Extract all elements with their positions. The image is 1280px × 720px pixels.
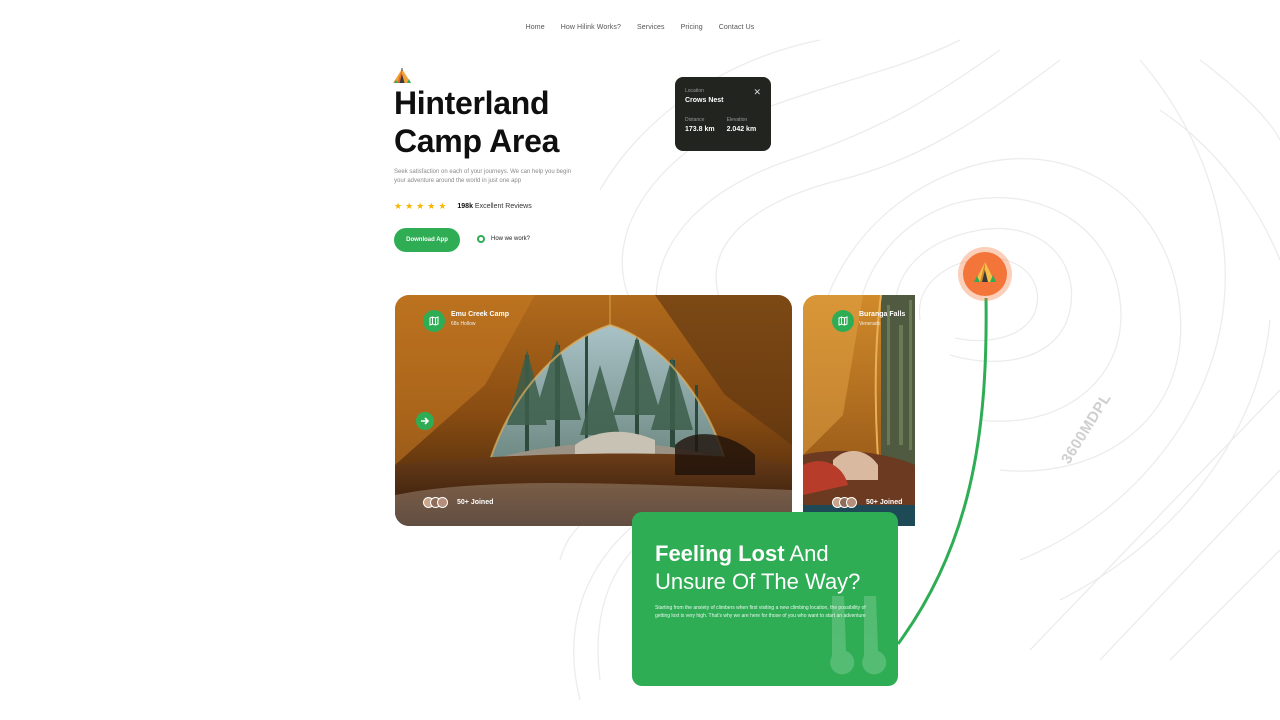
elevation-label: Elevation bbox=[726, 117, 748, 123]
camp-subtitle: Venerado bbox=[859, 321, 881, 327]
rating-stars: ★ ★ ★ ★ ★ bbox=[394, 201, 446, 211]
camp-subtitle: 68s Hollow bbox=[451, 321, 476, 327]
location-value: Crows Nest bbox=[685, 97, 724, 104]
joined-count: 50+ Joined bbox=[457, 499, 494, 506]
rating: ★ ★ ★ ★ ★ 198k Excellent Reviews bbox=[394, 201, 532, 211]
location-label: Location bbox=[685, 88, 704, 94]
rating-label: Excellent Reviews bbox=[474, 202, 532, 210]
close-icon[interactable]: ✕ bbox=[753, 87, 761, 98]
camp-photo bbox=[395, 295, 792, 526]
distance-value: 173.8 km bbox=[685, 126, 715, 133]
how-we-work-label: How we work? bbox=[491, 236, 531, 242]
arrow-right-icon[interactable] bbox=[416, 412, 434, 430]
avatar-stack bbox=[832, 497, 857, 508]
joined-group: 50+ Joined bbox=[423, 497, 493, 508]
tent-icon bbox=[393, 68, 411, 83]
feature-title: Feeling Lost And Unsure Of The Way? bbox=[655, 540, 875, 596]
camp-card-emu-creek[interactable]: Emu Creek Camp 68s Hollow 50+ Joined bbox=[395, 295, 792, 526]
page-title: Hinterland Camp Area bbox=[394, 84, 559, 160]
elevation-value: 2.042 km bbox=[726, 126, 757, 133]
nav-how-it-works[interactable]: How Hilink Works? bbox=[553, 24, 629, 31]
star-icon: ★ bbox=[394, 201, 403, 211]
location-card: Location Crows Nest ✕ Distance 173.8 km … bbox=[675, 77, 771, 151]
nav-pricing[interactable]: Pricing bbox=[673, 24, 711, 31]
feature-title-bold: Feeling Lost bbox=[655, 541, 785, 566]
hero-description: Seek satisfaction on each of your journe… bbox=[394, 169, 571, 184]
title-line-1: Hinterland bbox=[394, 85, 550, 121]
star-icon: ★ bbox=[438, 201, 447, 211]
star-icon: ★ bbox=[416, 201, 425, 211]
top-nav: Home How Hilink Works? Services Pricing … bbox=[0, 24, 1280, 31]
nav-services[interactable]: Services bbox=[629, 24, 673, 31]
avatar bbox=[437, 497, 448, 508]
map-icon[interactable] bbox=[423, 310, 445, 332]
title-line-2: Camp Area bbox=[394, 123, 560, 159]
avatar-stack bbox=[423, 497, 448, 508]
map-icon[interactable] bbox=[832, 310, 854, 332]
nav-contact[interactable]: Contact Us bbox=[711, 24, 763, 31]
map-pin[interactable] bbox=[957, 246, 1013, 302]
camp-name: Emu Creek Camp bbox=[451, 311, 509, 318]
distance-label: Distance bbox=[685, 117, 705, 123]
feature-description: Starting from the anxiety of climbers wh… bbox=[655, 605, 866, 619]
star-icon: ★ bbox=[427, 201, 436, 211]
how-we-work-link[interactable]: How we work? bbox=[477, 235, 530, 243]
play-icon bbox=[477, 235, 485, 243]
avatar bbox=[846, 497, 857, 508]
nav-home[interactable]: Home bbox=[518, 24, 553, 31]
feature-card: Feeling Lost And Unsure Of The Way? Star… bbox=[632, 512, 898, 686]
rating-count: 198k bbox=[457, 202, 473, 210]
star-icon: ★ bbox=[405, 201, 414, 211]
download-app-button[interactable]: Download App bbox=[394, 228, 460, 252]
rating-text: 198k Excellent Reviews bbox=[457, 203, 531, 210]
route-line bbox=[896, 297, 988, 645]
